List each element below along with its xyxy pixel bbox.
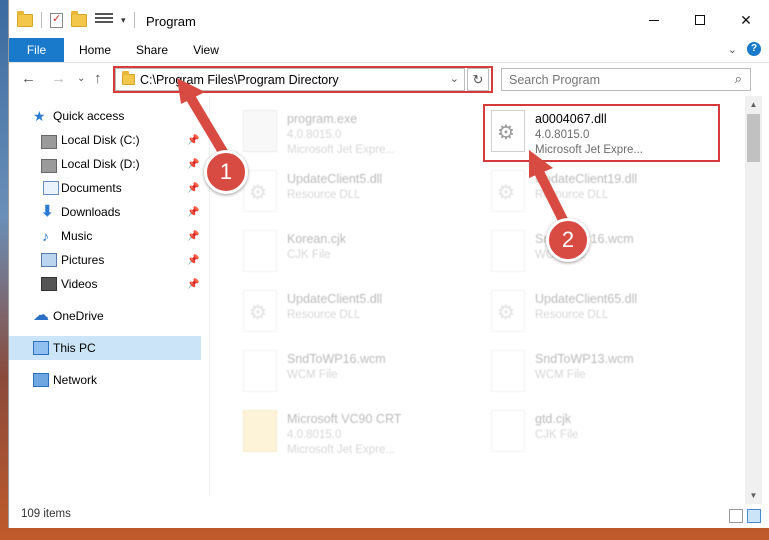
callout-arrows (177, 78, 574, 237)
callout-badge-1: 1 (204, 150, 248, 194)
explorer-window: ▾ Program ✕ File Home Share View ⌄ ? ← →… (8, 0, 769, 528)
callout-badge-2: 2 (546, 218, 590, 262)
